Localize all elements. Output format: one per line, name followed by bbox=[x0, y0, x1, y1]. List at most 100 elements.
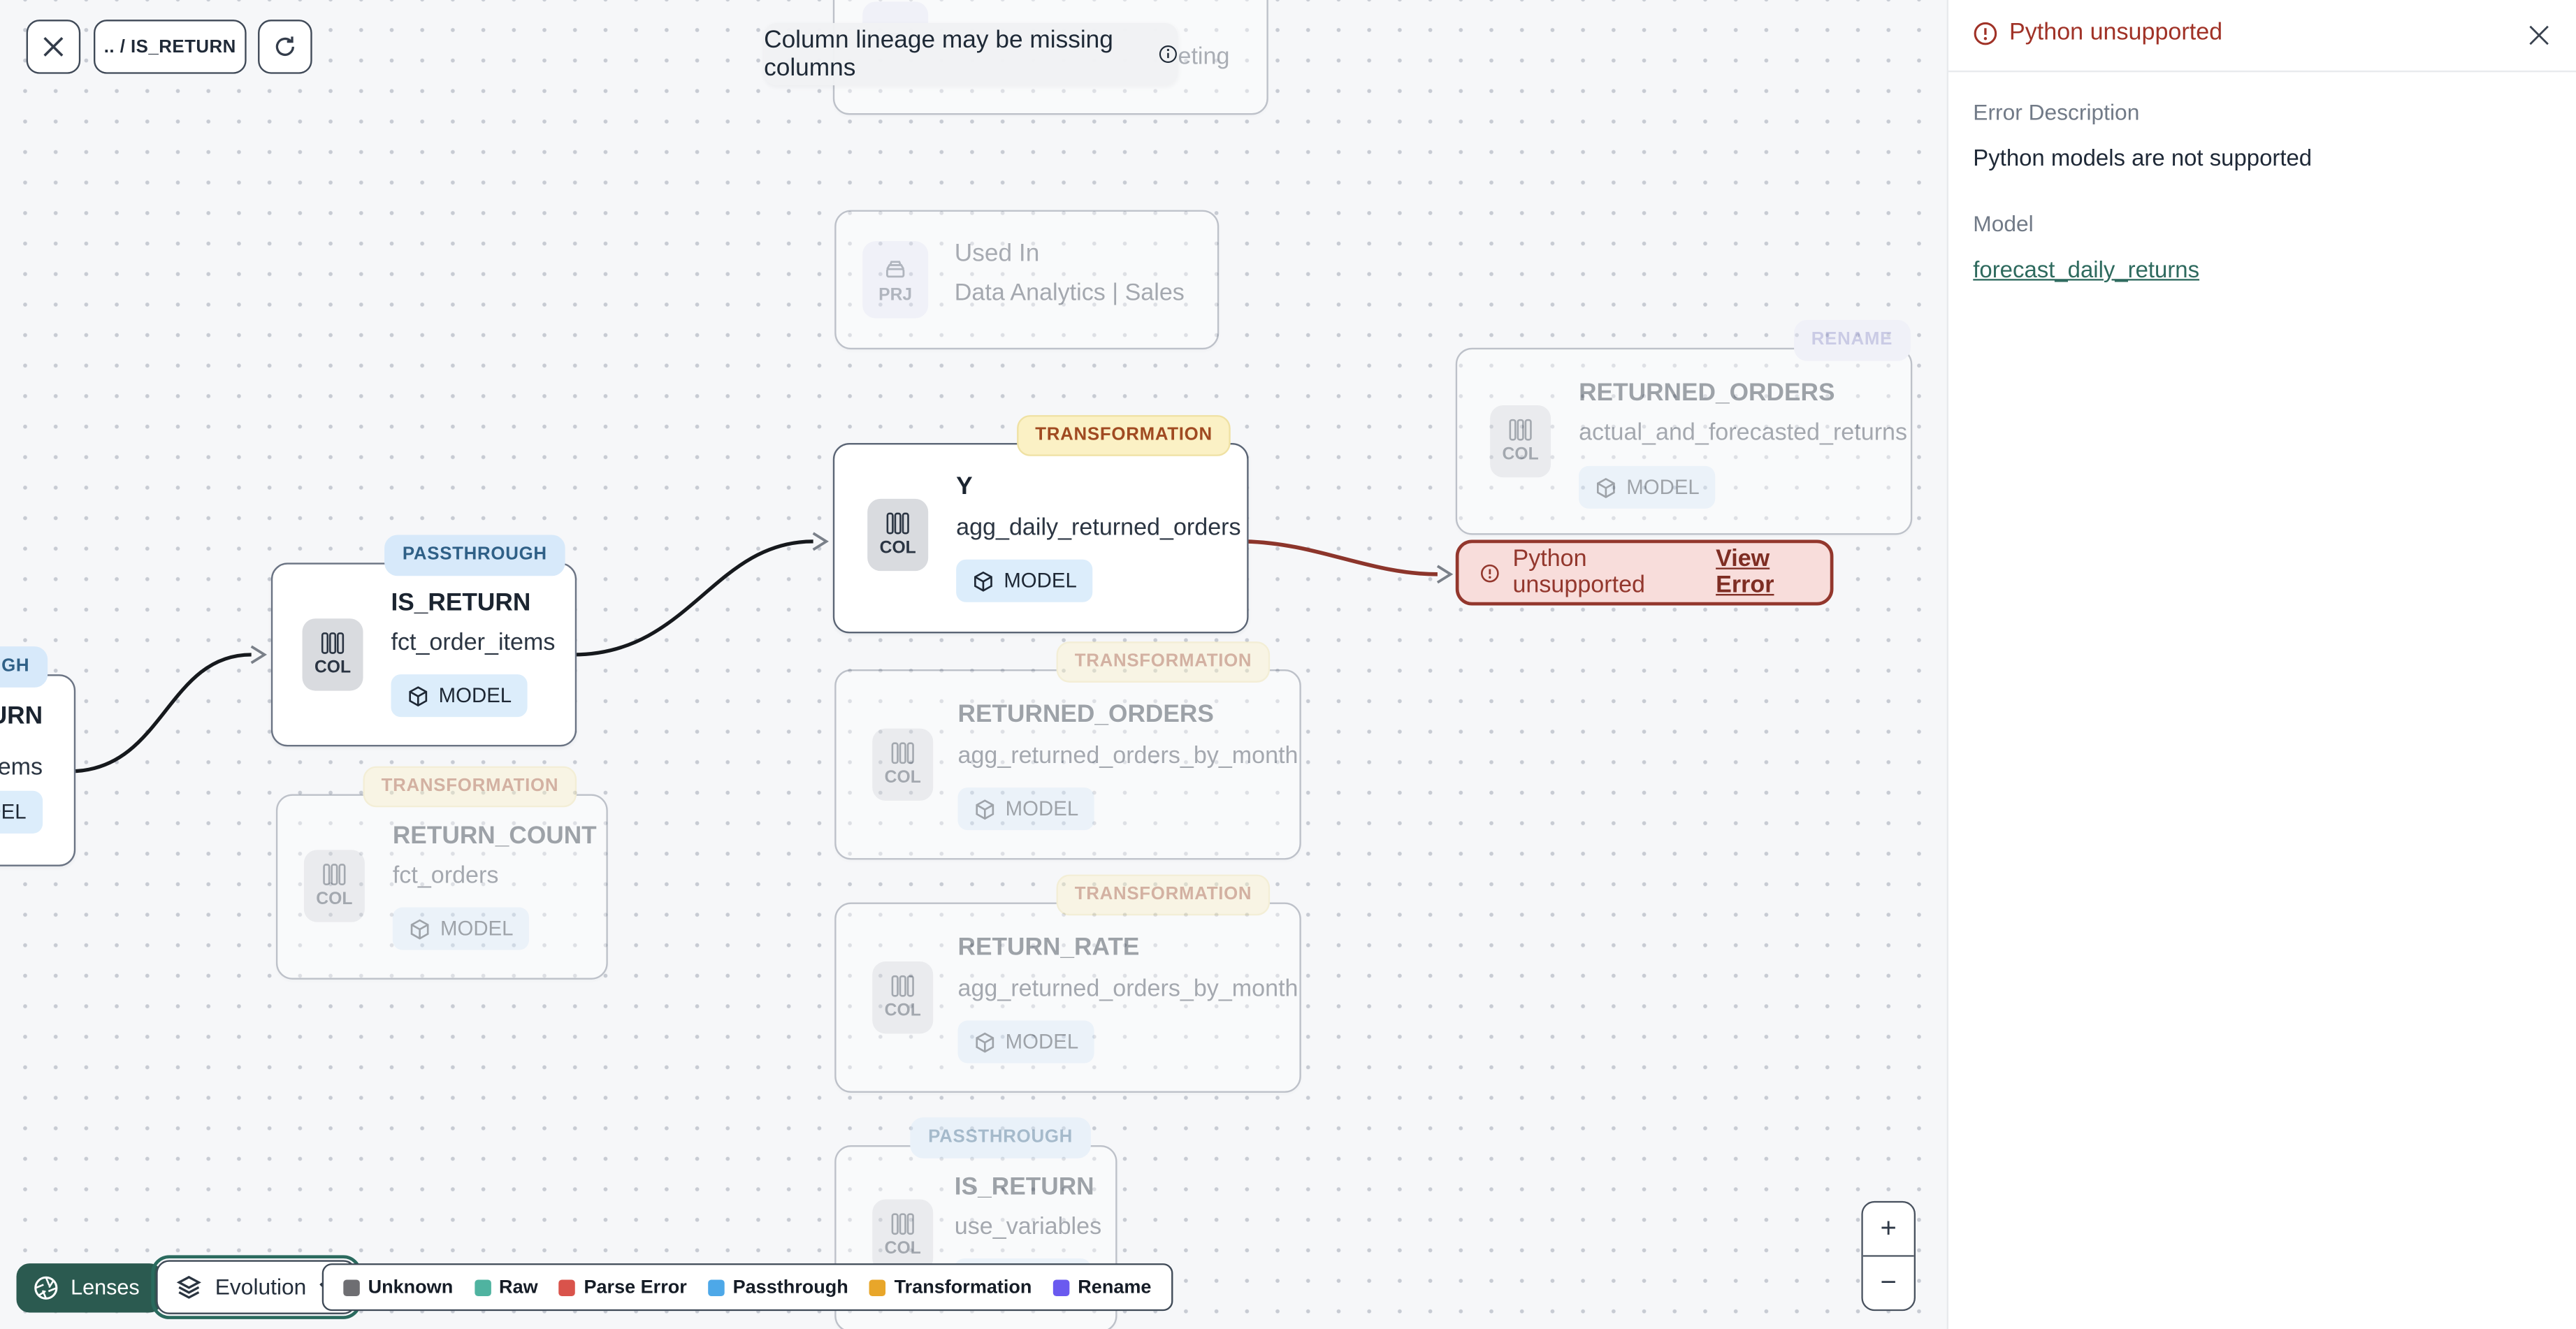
model-chip: MODEL bbox=[391, 674, 528, 718]
cube-icon bbox=[976, 799, 994, 820]
transformation-badge: TRANSFORMATION bbox=[1056, 641, 1271, 683]
model-chip-label: MODEL bbox=[1005, 1030, 1079, 1054]
lenses-control: Lenses Evolution bbox=[16, 1254, 363, 1321]
transformation-badge: TRANSFORMATION bbox=[363, 766, 577, 808]
col-chip-label: COL bbox=[314, 658, 352, 678]
col-chip: COL bbox=[867, 498, 929, 572]
node-returned-orders-renamed[interactable]: RENAME COL RETURNED_ORDERS actual_and_fo… bbox=[1455, 319, 1913, 535]
edge-line-error bbox=[1245, 539, 1438, 576]
passthrough-badge: PASSTHROUGH bbox=[910, 1117, 1091, 1159]
node-title: IS_RETURN bbox=[391, 588, 531, 617]
model-chip: MODEL bbox=[957, 787, 1095, 831]
breadcrumb[interactable]: .. / IS_RETURN bbox=[93, 20, 247, 74]
col-chip-label: COL bbox=[884, 767, 921, 788]
node-subtitle: fct_orders bbox=[392, 863, 499, 889]
node-title: Used In bbox=[954, 239, 1040, 268]
legend-item-transformation: Transformation bbox=[869, 1277, 1032, 1297]
legend-swatch bbox=[343, 1279, 360, 1295]
app: eting PRJ Used In Data Analytics | Sales… bbox=[0, 0, 2576, 1329]
model-chip-label: MODEL bbox=[1626, 475, 1700, 499]
panel-title-row: Python unsupported bbox=[1973, 20, 2222, 46]
error-icon bbox=[1974, 21, 1997, 45]
lenses-button[interactable]: Lenses bbox=[16, 1262, 163, 1312]
edge-arrowhead bbox=[1436, 565, 1454, 584]
edge-arrowhead bbox=[250, 645, 268, 664]
passthrough-badge: PASSTHROUGH bbox=[384, 535, 565, 576]
node-fct-order-items[interactable]: PASSTHROUGH COL IS_RETURN fct_order_item… bbox=[270, 535, 577, 747]
columns-icon bbox=[321, 632, 345, 654]
cube-icon bbox=[410, 918, 429, 939]
node-used-in-sales[interactable]: PRJ Used In Data Analytics | Sales bbox=[834, 210, 1220, 350]
error-chip-text: Python unsupported bbox=[1512, 546, 1646, 600]
transformation-badge: TRANSFORMATION bbox=[1017, 415, 1231, 456]
node-title: RETURN_RATE bbox=[957, 934, 1140, 962]
node-title-fragment: URN bbox=[0, 702, 43, 730]
lenses-label: Lenses bbox=[71, 1274, 140, 1300]
model-chip: MODEL bbox=[956, 559, 1094, 602]
node-subtitle: Data Analytics | Sales bbox=[954, 280, 1185, 307]
banner-text: Column lineage may be missing columns bbox=[764, 26, 1113, 82]
zoom-out-button[interactable]: − bbox=[1862, 1256, 1914, 1309]
model-label: Model bbox=[1973, 211, 2034, 237]
columns-icon bbox=[891, 742, 914, 764]
node-subtitle: actual_and_forecasted_returns bbox=[1579, 420, 1908, 446]
info-icon bbox=[1159, 45, 1177, 64]
prj-chip-label: PRJ bbox=[878, 284, 913, 305]
node-title: RETURNED_ORDERS bbox=[957, 700, 1214, 729]
col-chip-label: COL bbox=[884, 1238, 921, 1259]
edge-line bbox=[75, 653, 252, 774]
columns-icon bbox=[891, 1213, 914, 1235]
col-chip: COL bbox=[872, 1199, 934, 1272]
col-chip-label: COL bbox=[879, 538, 916, 558]
lineage-legend: Unknown Raw Parse Error Passthrough Tran… bbox=[321, 1263, 1173, 1312]
node-title: IS_RETURN bbox=[954, 1172, 1094, 1201]
node-return-count[interactable]: TRANSFORMATION COL RETURN_COUNT fct_orde… bbox=[275, 766, 608, 980]
cube-icon bbox=[1596, 477, 1615, 498]
lineage-canvas[interactable]: eting PRJ Used In Data Analytics | Sales… bbox=[0, 0, 1949, 1329]
lineage-warning-banner: Column lineage may be missing columns bbox=[764, 22, 1178, 86]
zoom-controls: + − bbox=[1861, 1200, 1916, 1312]
legend-item-passthrough: Passthrough bbox=[708, 1277, 848, 1297]
error-description-label: Error Description bbox=[1973, 100, 2140, 125]
refresh-button[interactable] bbox=[258, 20, 312, 74]
model-link[interactable]: forecast_daily_returns bbox=[1973, 256, 2199, 282]
node-subtitle-fragment: ems bbox=[0, 755, 43, 781]
node-title: RETURNED_ORDERS bbox=[1579, 379, 1835, 407]
lens-selected-value: Evolution bbox=[215, 1274, 307, 1300]
legend-label: Parse Error bbox=[584, 1277, 687, 1298]
model-chip-label: MODEL bbox=[438, 684, 512, 708]
node-subtitle: fct_order_items bbox=[391, 630, 556, 657]
legend-item-raw: Raw bbox=[474, 1277, 538, 1297]
prj-chip: PRJ bbox=[862, 241, 929, 319]
legend-swatch bbox=[1053, 1279, 1070, 1295]
passthrough-badge-fragment: OUGH bbox=[0, 646, 48, 688]
node-agg-returned-orders-by-month[interactable]: TRANSFORMATION COL RETURNED_ORDERS agg_r… bbox=[834, 641, 1301, 860]
legend-swatch bbox=[559, 1279, 576, 1295]
view-error-link[interactable]: View Error bbox=[1716, 546, 1809, 599]
error-chip[interactable]: Python unsupported View Error bbox=[1455, 539, 1834, 606]
columns-icon bbox=[323, 864, 346, 885]
col-chip-label: COL bbox=[884, 1001, 921, 1021]
panel-title: Python unsupported bbox=[2009, 20, 2223, 46]
legend-swatch bbox=[474, 1279, 491, 1295]
edge-line bbox=[573, 539, 813, 657]
close-lineage-button[interactable] bbox=[26, 20, 81, 74]
legend-label: Passthrough bbox=[732, 1277, 848, 1298]
zoom-in-button[interactable]: + bbox=[1862, 1203, 1914, 1257]
error-detail-panel: Python unsupported Error Description Pyt… bbox=[1948, 0, 2576, 1329]
col-chip-label: COL bbox=[316, 889, 353, 909]
columns-icon bbox=[886, 512, 909, 535]
node-agg-daily-returned-orders[interactable]: TRANSFORMATION COL Y agg_daily_returned_… bbox=[832, 415, 1249, 634]
node-left-clipped[interactable]: OUGH URN ems DEL bbox=[0, 646, 76, 866]
panel-close-button[interactable] bbox=[2524, 20, 2553, 49]
legend-swatch bbox=[708, 1279, 725, 1295]
columns-icon bbox=[1509, 419, 1532, 441]
model-chip-label: MODEL bbox=[440, 917, 514, 941]
error-icon bbox=[1480, 563, 1499, 582]
error-description-text: Python models are not supported bbox=[1973, 144, 2313, 171]
legend-swatch bbox=[869, 1279, 886, 1295]
node-return-rate[interactable]: TRANSFORMATION COL RETURN_RATE agg_retur… bbox=[834, 874, 1301, 1093]
rename-badge: RENAME bbox=[1793, 319, 1911, 361]
col-chip: COL bbox=[303, 850, 365, 922]
cube-icon bbox=[976, 1031, 994, 1052]
